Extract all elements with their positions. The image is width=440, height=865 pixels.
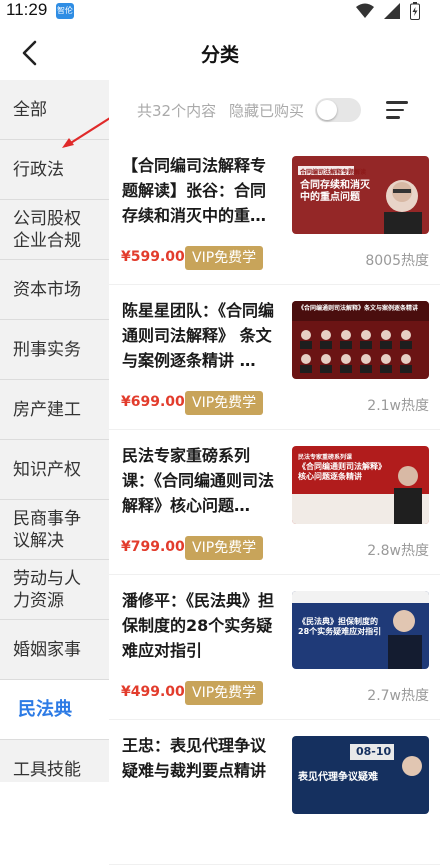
course-heat: 8005热度 [365,253,429,269]
category-sidebar: 全部 行政法 公司股权企业合规 资本市场 刑事实务 房产建工 知识产权 民商事争… [0,80,109,782]
course-card[interactable]: 陈星星团队：《合同编通则司法解释》 条文与案例逐条精讲 … 《合同编通则司法解释… [109,285,440,430]
sidebar-item-label: 行政法 [13,159,64,180]
course-price: ¥499.00 [121,684,185,700]
status-bar: 11:29 智伦 [0,0,440,24]
course-card[interactable]: 潘修平：《民法典》担保制度的28个实务疑难应对指引 《民法典》担保制度的28个实… [109,575,440,720]
sidebar-item-tools[interactable]: 工具技能 [0,740,109,782]
sidebar-item-label: 公司股权企业合规 [13,208,81,251]
sidebar-item-real-estate[interactable]: 房产建工 [0,380,109,440]
sidebar-item-corporate-compliance[interactable]: 公司股权企业合规 [0,200,109,260]
course-title: 王忠：表见代理争议疑难与裁判要点精讲 [122,736,267,780]
course-thumbnail: 民法专家重磅系列课 《合同编通则司法解释》核心问题逐条精讲 [292,446,429,524]
sort-menu-icon[interactable] [386,101,408,119]
course-title: 潘修平：《民法典》担保制度的28个实务疑难应对指引 [122,591,275,660]
thumbnail-headline: 《民法典》担保制度的28个实务疑难应对指引 [298,617,382,636]
sidebar-item-label: 知识产权 [13,459,81,480]
sidebar-item-label: 劳动与人力资源 [13,568,81,611]
sidebar-item-family[interactable]: 婚姻家事 [0,620,109,680]
course-thumbnail: 《民法典》担保制度的28个实务疑难应对指引 [292,591,429,669]
status-time: 11:29 [6,0,48,19]
sidebar-item-label: 工具技能 [13,759,81,780]
thumbnail-banner: 合同编司法解释专题解读 [300,169,367,176]
vip-badge: VIP免费学 [185,246,264,270]
course-price: ¥699.00 [121,394,185,410]
filter-toolbar: 共32个内容 隐藏已购买 [109,80,440,140]
course-price: ¥599.00 [121,249,185,265]
sidebar-item-label: 房产建工 [13,399,81,420]
thumbnail-headline: 《合同编通则司法解释》核心问题逐条精讲 [298,462,386,481]
course-heat: 2.1w热度 [367,398,429,414]
sidebar-item-label: 刑事实务 [13,339,81,360]
sidebar-item-capital-markets[interactable]: 资本市场 [0,260,109,320]
course-card[interactable]: 王忠：表见代理争议疑难与裁判要点精讲 08-10 表见代理争议疑难 [109,720,440,865]
course-thumbnail: 08-10 表见代理争议疑难 [292,736,429,814]
course-heat: 2.8w热度 [367,543,429,559]
toggle-knob [317,100,337,120]
course-card[interactable]: 【合同编司法解释专题解读】张谷：合同存续和消灭中的重… 合同编司法解释专题解读 … [109,140,440,285]
sidebar-item-labor[interactable]: 劳动与人力资源 [0,560,109,620]
thumbnail-date: 08-10 [356,745,392,758]
app-notification-icon: 智伦 [56,3,74,19]
sidebar-item-civil-disputes[interactable]: 民商事争议解决 [0,500,109,560]
sidebar-item-label: 资本市场 [13,279,81,300]
course-card[interactable]: 民法专家重磅系列课：《合同编通则司法解释》核心问题… 民法专家重磅系列课 《合同… [109,430,440,575]
sidebar-item-label: 全部 [13,99,47,120]
course-thumbnail: 合同编司法解释专题解读 合同存续和消灭中的重点问题 [292,156,429,234]
status-icons [356,2,420,20]
thumbnail-banner: 《合同编通则司法解释》条文与案例逐条精讲 [298,305,419,312]
sidebar-item-label: 婚姻家事 [13,639,81,660]
wifi-icon [356,3,374,18]
signal-icon [384,3,400,19]
vip-badge: VIP免费学 [185,681,264,705]
course-thumbnail: 《合同编通则司法解释》条文与案例逐条精讲 [292,301,429,379]
vip-badge: VIP免费学 [185,536,264,560]
annotation-arrow-icon [62,117,111,148]
course-title: 陈星星团队：《合同编通则司法解释》 条文与案例逐条精讲 … [122,301,275,370]
hide-bought-toggle[interactable] [315,98,361,122]
sidebar-item-label: 民商事争议解决 [13,508,81,551]
course-heat: 2.7w热度 [367,688,429,704]
thumbnail-headline: 合同存续和消灭中的重点问题 [300,180,370,203]
course-list: 【合同编司法解释专题解读】张谷：合同存续和消灭中的重… 合同编司法解释专题解读 … [109,140,440,865]
course-price: ¥799.00 [121,539,185,555]
thumbnail-headline: 表见代理争议疑难 [298,772,378,783]
total-count: 共32个内容 [137,102,217,120]
course-title: 民法专家重磅系列课：《合同编通则司法解释》核心问题… [122,446,275,515]
sidebar-item-civil-code[interactable]: 民法典 [0,680,109,740]
battery-icon [410,2,420,20]
sidebar-item-criminal[interactable]: 刑事实务 [0,320,109,380]
hide-bought-label: 隐藏已购买 [229,102,305,120]
sidebar-item-label: 民法典 [18,698,72,720]
course-title: 【合同编司法解释专题解读】张谷：合同存续和消灭中的重… [122,156,267,225]
page-title: 分类 [200,44,239,66]
vip-badge: VIP免费学 [185,391,264,415]
top-bar: 分类 [0,24,440,82]
sidebar-item-ip[interactable]: 知识产权 [0,440,109,500]
